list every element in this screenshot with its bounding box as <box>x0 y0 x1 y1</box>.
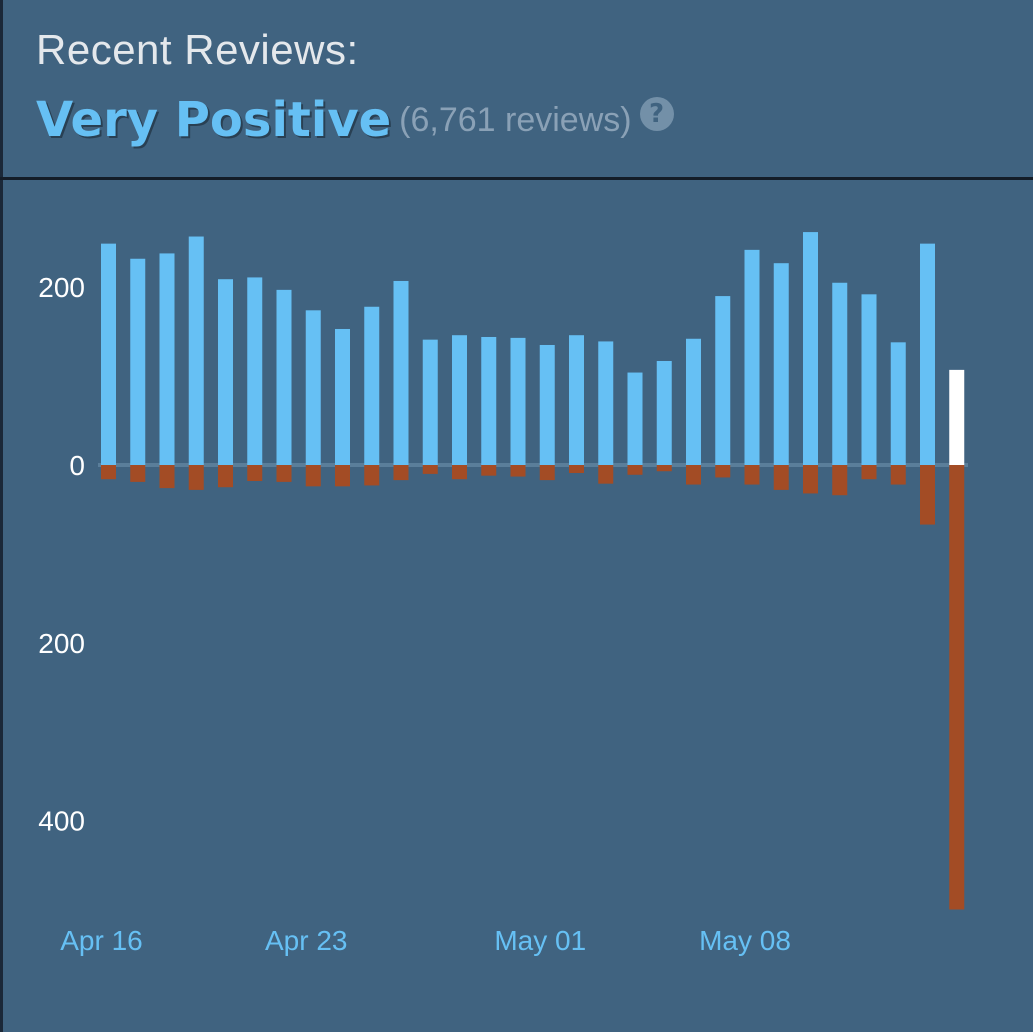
positive-bar[interactable] <box>920 243 935 465</box>
negative-bar[interactable] <box>335 465 350 487</box>
review-count: (6,761 reviews) <box>399 100 632 139</box>
negative-bar[interactable] <box>949 465 965 910</box>
recent-reviews-title: Recent Reviews: <box>36 26 359 73</box>
positive-bar[interactable] <box>656 360 672 465</box>
help-icon[interactable]: ? <box>639 97 674 131</box>
positive-bar[interactable] <box>803 232 818 465</box>
positive-bar[interactable] <box>364 306 380 465</box>
positive-bar[interactable] <box>481 336 497 465</box>
positive-bar[interactable] <box>890 342 906 465</box>
positive-bar[interactable] <box>744 249 760 465</box>
negative-bar[interactable] <box>481 465 497 476</box>
positive-bar[interactable] <box>861 294 877 465</box>
negative-bar[interactable] <box>569 465 584 474</box>
review-summary-label[interactable]: Very Positive <box>36 92 391 148</box>
positive-bar[interactable] <box>188 236 204 465</box>
negative-bar[interactable] <box>159 465 175 489</box>
x-date-label[interactable]: Apr 23 <box>265 925 348 956</box>
positive-bar[interactable] <box>393 280 409 465</box>
positive-bar[interactable] <box>832 282 848 465</box>
positive-bar[interactable] <box>686 338 701 465</box>
positive-bar[interactable] <box>130 258 146 465</box>
negative-bar[interactable] <box>773 465 789 490</box>
x-date-label[interactable]: May 08 <box>699 925 791 956</box>
positive-bar[interactable] <box>627 372 643 465</box>
positive-bar[interactable] <box>539 344 555 465</box>
positive-bar[interactable] <box>510 337 526 465</box>
positive-bar[interactable] <box>452 335 467 465</box>
negative-bar[interactable] <box>452 465 467 480</box>
x-date-label[interactable]: May 01 <box>494 925 586 956</box>
positive-bar[interactable] <box>305 310 321 465</box>
negative-bar[interactable] <box>539 465 555 481</box>
review-summary-row: Very Positive (6,761 reviews)? <box>36 92 674 148</box>
negative-bar[interactable] <box>715 465 731 478</box>
negative-bar[interactable] <box>920 465 935 525</box>
negative-bar[interactable] <box>861 465 877 480</box>
negative-bar[interactable] <box>890 465 906 485</box>
positive-bar[interactable] <box>422 339 438 465</box>
negative-bar[interactable] <box>656 465 672 472</box>
negative-bar[interactable] <box>510 465 526 477</box>
positive-bar[interactable] <box>218 279 233 465</box>
negative-bar[interactable] <box>247 465 263 482</box>
positive-bar[interactable] <box>569 335 584 465</box>
positive-bar[interactable] <box>773 263 789 465</box>
negative-bar[interactable] <box>393 465 409 481</box>
negative-bar[interactable] <box>744 465 760 485</box>
negative-bar[interactable] <box>364 465 380 486</box>
positive-bar[interactable] <box>949 369 965 465</box>
x-date-label[interactable]: Apr 16 <box>60 925 143 956</box>
negative-bar[interactable] <box>627 465 643 475</box>
y-tick-label: 400 <box>38 806 85 837</box>
y-tick-label: 0 <box>69 450 85 481</box>
histogram-svg: 200 0 200 400 Apr 16 Apr 23 May 01 May 08 <box>38 232 968 956</box>
reviews-header: Recent Reviews: Very Positive (6,761 revi… <box>0 0 1033 178</box>
negative-bar[interactable] <box>686 465 701 485</box>
negative-bar[interactable] <box>305 465 321 487</box>
negative-bar[interactable] <box>422 465 438 474</box>
negative-bar[interactable] <box>130 465 146 482</box>
positive-bar[interactable] <box>159 253 175 465</box>
positive-bar[interactable] <box>598 341 614 465</box>
positive-bar[interactable] <box>247 277 263 465</box>
negative-bar[interactable] <box>832 465 848 496</box>
negative-bar[interactable] <box>803 465 818 494</box>
y-tick-label: 200 <box>38 628 85 659</box>
review-histogram: 200 0 200 400 Apr 16 Apr 23 May 01 May 08 <box>0 180 1033 1032</box>
negative-bar[interactable] <box>276 465 292 482</box>
negative-bar[interactable] <box>218 465 233 488</box>
y-tick-label: 200 <box>38 272 85 303</box>
positive-bar[interactable] <box>276 289 292 465</box>
positive-bar[interactable] <box>715 296 731 465</box>
positive-bar[interactable] <box>335 328 350 465</box>
negative-bar[interactable] <box>101 465 116 480</box>
negative-bar[interactable] <box>598 465 614 484</box>
negative-bar[interactable] <box>188 465 204 490</box>
positive-bar[interactable] <box>101 243 116 465</box>
